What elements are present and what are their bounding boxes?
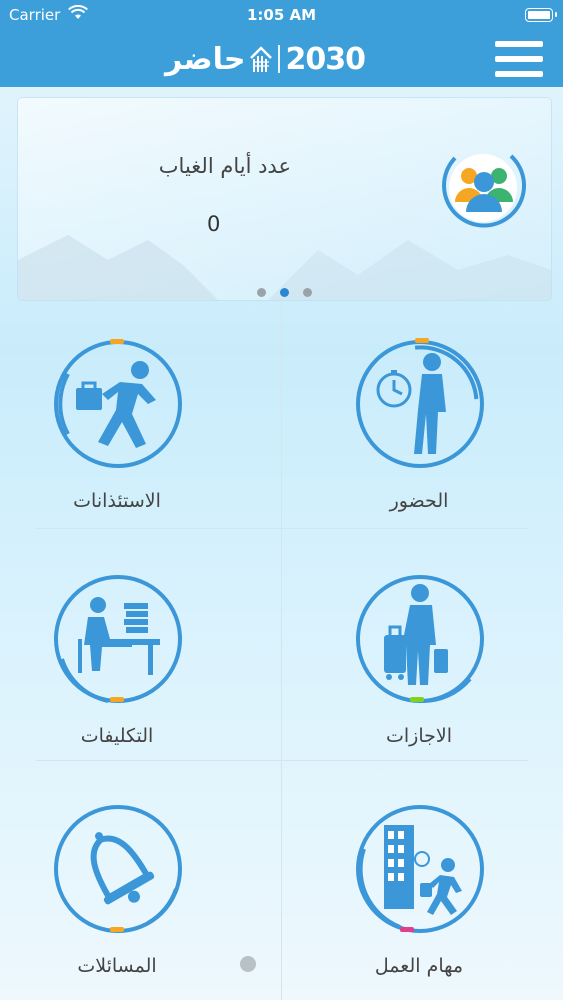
brand-name: حاضر — [165, 41, 246, 77]
grid-divider-horizontal — [36, 528, 528, 529]
tile-inquiries[interactable]: المسائلات — [0, 765, 242, 977]
menu-button[interactable] — [495, 41, 543, 77]
clock: 1:05 AM — [246, 6, 317, 24]
page-indicator[interactable] — [18, 288, 551, 297]
tile-business-tasks[interactable]: مهام العمل — [294, 765, 544, 977]
battery-icon — [525, 8, 557, 22]
assignment-desk-icon — [54, 575, 182, 703]
tile-label: التكليفات — [80, 725, 154, 747]
tile-assignments[interactable]: التكليفات — [0, 535, 242, 747]
scroll-indicator[interactable] — [240, 956, 256, 972]
tile-label: الاجازات — [386, 725, 452, 747]
grid-divider-horizontal — [36, 760, 528, 761]
absence-days-title: عدد أيام الغياب — [158, 154, 291, 178]
page-dot[interactable] — [257, 288, 266, 297]
tile-vacations[interactable]: الاجازات — [294, 535, 544, 747]
team-users-icon — [442, 154, 526, 228]
tile-label: الحضور — [389, 490, 449, 512]
status-bar: Carrier 1:05 AM — [0, 0, 563, 30]
hamburger-menu-icon — [495, 41, 543, 47]
app-logo: حاضر 2030 — [165, 40, 366, 78]
grid-divider-vertical — [281, 300, 282, 1000]
tile-label: المسائلات — [77, 955, 157, 977]
menu-bar-bottom — [495, 71, 543, 77]
page-dot-active[interactable] — [280, 288, 289, 297]
leaving-with-briefcase-icon — [54, 339, 182, 468]
business-trip-building-icon — [356, 805, 484, 933]
menu-bar-middle — [495, 56, 543, 62]
bell-notification-icon — [54, 805, 182, 933]
vacation-luggage-icon — [356, 575, 484, 704]
tile-label: مهام العمل — [374, 955, 464, 977]
vision-2030-logo: 2030 — [285, 41, 366, 77]
tile-attendance[interactable]: الحضور — [294, 300, 544, 512]
page-dot[interactable] — [303, 288, 312, 297]
tile-permissions[interactable]: الاستئذانات — [0, 300, 242, 512]
logo-divider — [277, 45, 280, 73]
attendance-walking-clock-icon — [356, 338, 484, 468]
tile-label: الاستئذانات — [73, 490, 161, 512]
fingerprint-house-icon — [249, 46, 272, 72]
navigation-bar: حاضر 2030 — [0, 30, 563, 87]
absence-days-value: 0 — [207, 212, 221, 236]
absence-summary-card[interactable]: عدد أيام الغياب 0 — [18, 98, 551, 300]
